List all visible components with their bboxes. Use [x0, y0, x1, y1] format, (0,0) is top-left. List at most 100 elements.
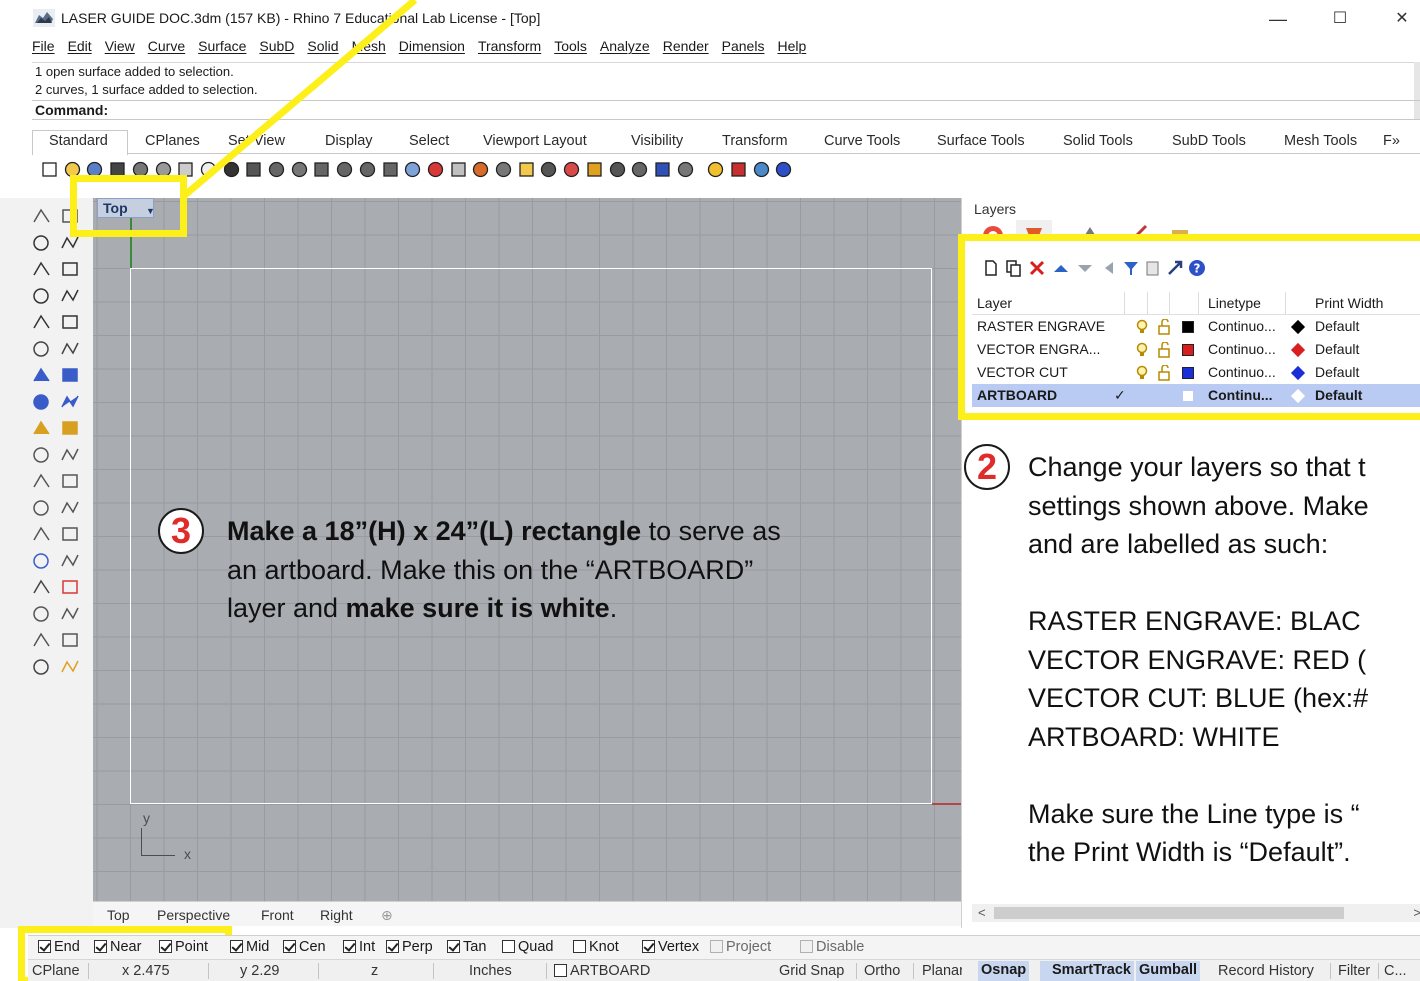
osnap-checkbox[interactable] — [710, 940, 723, 953]
sidebar-scale-icon[interactable] — [59, 498, 81, 518]
sidebar-cylinder-icon[interactable] — [31, 392, 53, 412]
osnap-project[interactable]: Project — [710, 939, 771, 955]
options-icon[interactable] — [729, 160, 748, 179]
shaded-icon[interactable] — [630, 160, 649, 179]
osnap-knot[interactable]: Knot — [573, 939, 619, 955]
osnap-checkbox[interactable] — [283, 940, 296, 953]
sidebar-align-icon[interactable] — [59, 604, 81, 624]
viewport-tab-perspective[interactable]: Perspective — [157, 907, 230, 923]
color-icon[interactable] — [585, 160, 604, 179]
osnap-point[interactable]: Point — [159, 939, 208, 955]
close-button[interactable]: ✕ — [1382, 6, 1420, 32]
sidebar-light-tool-icon[interactable] — [31, 657, 53, 677]
osnap-checkbox[interactable] — [386, 940, 399, 953]
osnap-int[interactable]: Int — [343, 939, 375, 955]
osnap-vertex[interactable]: Vertex — [642, 939, 699, 955]
toolbar-tab-standard[interactable]: Standard — [49, 133, 108, 149]
material-icon[interactable] — [562, 160, 581, 179]
viewport-tab-top[interactable]: Top — [107, 907, 130, 923]
properties-icon[interactable] — [449, 160, 468, 179]
smarttrack-toggle[interactable]: SmartTrack — [1040, 961, 1134, 981]
osnap-perp[interactable]: Perp — [386, 939, 433, 955]
osnap-quad[interactable]: Quad — [502, 939, 553, 955]
osnap-near[interactable]: Near — [94, 939, 141, 955]
filter-toggle[interactable]: Filter — [1338, 963, 1370, 979]
osnap-checkbox[interactable] — [642, 940, 655, 953]
viewport-tab-right[interactable]: Right — [320, 907, 353, 923]
sidebar-rotate-icon[interactable] — [31, 498, 53, 518]
sidebar-arc-icon[interactable] — [31, 312, 53, 332]
scroll-left-icon[interactable]: < — [978, 904, 986, 922]
sidebar-join-icon[interactable] — [31, 445, 53, 465]
maximize-button[interactable]: ☐ — [1320, 6, 1360, 32]
rendered-icon[interactable] — [653, 160, 672, 179]
toolbar-tab-solid-tools[interactable]: Solid Tools — [1063, 133, 1133, 149]
sidebar-box-icon[interactable] — [31, 365, 53, 385]
osnap-checkbox[interactable] — [343, 940, 356, 953]
ortho-toggle[interactable]: Ortho — [864, 963, 900, 979]
sidebar-explode-icon[interactable] — [31, 418, 53, 438]
sidebar-offset-icon[interactable] — [31, 339, 53, 359]
menu-view[interactable]: View — [105, 38, 135, 60]
menu-transform[interactable]: Transform — [478, 38, 541, 60]
osnap-mid[interactable]: Mid — [230, 939, 269, 955]
menu-edit[interactable]: Edit — [68, 38, 92, 60]
sidebar-polyline-icon[interactable] — [31, 233, 53, 253]
sidebar-polygon-icon[interactable] — [31, 286, 53, 306]
scroll-right-icon[interactable]: > — [1413, 904, 1420, 922]
toolbar-tab-surface-tools[interactable]: Surface Tools — [937, 133, 1025, 149]
sidebar-check-icon[interactable] — [59, 630, 81, 650]
status-cplane[interactable]: CPlane — [32, 963, 80, 979]
new-icon[interactable] — [40, 160, 59, 179]
sidebar-split-icon[interactable] — [59, 445, 81, 465]
toolbar-tab-mesh-tools[interactable]: Mesh Tools — [1284, 133, 1357, 149]
sidebar-fillet-icon[interactable] — [59, 312, 81, 332]
filter-icon[interactable] — [706, 160, 725, 179]
osnap-disable[interactable]: Disable — [800, 939, 864, 955]
sidebar-select-icon[interactable] — [31, 206, 53, 226]
osnap-end[interactable]: End — [38, 939, 80, 955]
toolbar-tab-visibility[interactable]: Visibility — [631, 133, 683, 149]
tools-icon[interactable] — [752, 160, 771, 179]
viewport-tab-front[interactable]: Front — [261, 907, 294, 923]
menu-help[interactable]: Help — [777, 38, 806, 60]
record-history-toggle[interactable]: Record History — [1218, 963, 1314, 979]
menu-tools[interactable]: Tools — [554, 38, 587, 60]
sidebar-array-icon[interactable] — [31, 604, 53, 624]
gumball-toggle[interactable]: Gumball — [1136, 961, 1201, 981]
sidebar-dimension-icon[interactable] — [59, 524, 81, 544]
sidebar-text-icon[interactable] — [31, 524, 53, 544]
osnap-checkbox[interactable] — [447, 940, 460, 953]
osnap-icon[interactable] — [471, 160, 490, 179]
osnap-cen[interactable]: Cen — [283, 939, 326, 955]
panel-horizontal-scrollbar[interactable]: < > — [972, 904, 1420, 922]
osnap-checkbox[interactable] — [502, 940, 515, 953]
osnap-checkbox[interactable] — [94, 940, 107, 953]
lock-icon[interactable] — [539, 160, 558, 179]
minimize-button[interactable]: — — [1258, 6, 1298, 32]
osnap-toggle[interactable]: Osnap — [978, 961, 1030, 981]
toolbar-tab-curve-tools[interactable]: Curve Tools — [824, 133, 900, 149]
sidebar-circle-icon[interactable] — [31, 259, 53, 279]
scrollbar-thumb[interactable] — [994, 907, 1344, 919]
light-icon[interactable] — [517, 160, 536, 179]
sidebar-pipe-icon[interactable] — [59, 471, 81, 491]
toolbar-tab-more[interactable]: F» — [1383, 133, 1400, 149]
osnap-checkbox[interactable] — [159, 940, 172, 953]
osnap-checkbox[interactable] — [230, 940, 243, 953]
sidebar-blend-icon[interactable] — [59, 339, 81, 359]
sidebar-surface-icon[interactable] — [59, 392, 81, 412]
osnap-checkbox[interactable] — [800, 940, 813, 953]
sidebar-block-icon[interactable] — [59, 551, 81, 571]
menu-file[interactable]: File — [32, 38, 55, 60]
help-icon[interactable] — [774, 160, 793, 179]
toolbar-tab-subd-tools[interactable]: SubD Tools — [1172, 133, 1246, 149]
sidebar-trim-icon[interactable] — [59, 418, 81, 438]
menu-render[interactable]: Render — [663, 38, 709, 60]
status-units[interactable]: Inches — [469, 963, 512, 979]
planar-toggle[interactable]: Planar — [922, 963, 962, 979]
render-icon[interactable] — [608, 160, 627, 179]
grid-snap-toggle[interactable]: Grid Snap — [779, 963, 844, 979]
osnap-checkbox[interactable] — [38, 940, 51, 953]
toolbar-tab-transform[interactable]: Transform — [722, 133, 788, 149]
